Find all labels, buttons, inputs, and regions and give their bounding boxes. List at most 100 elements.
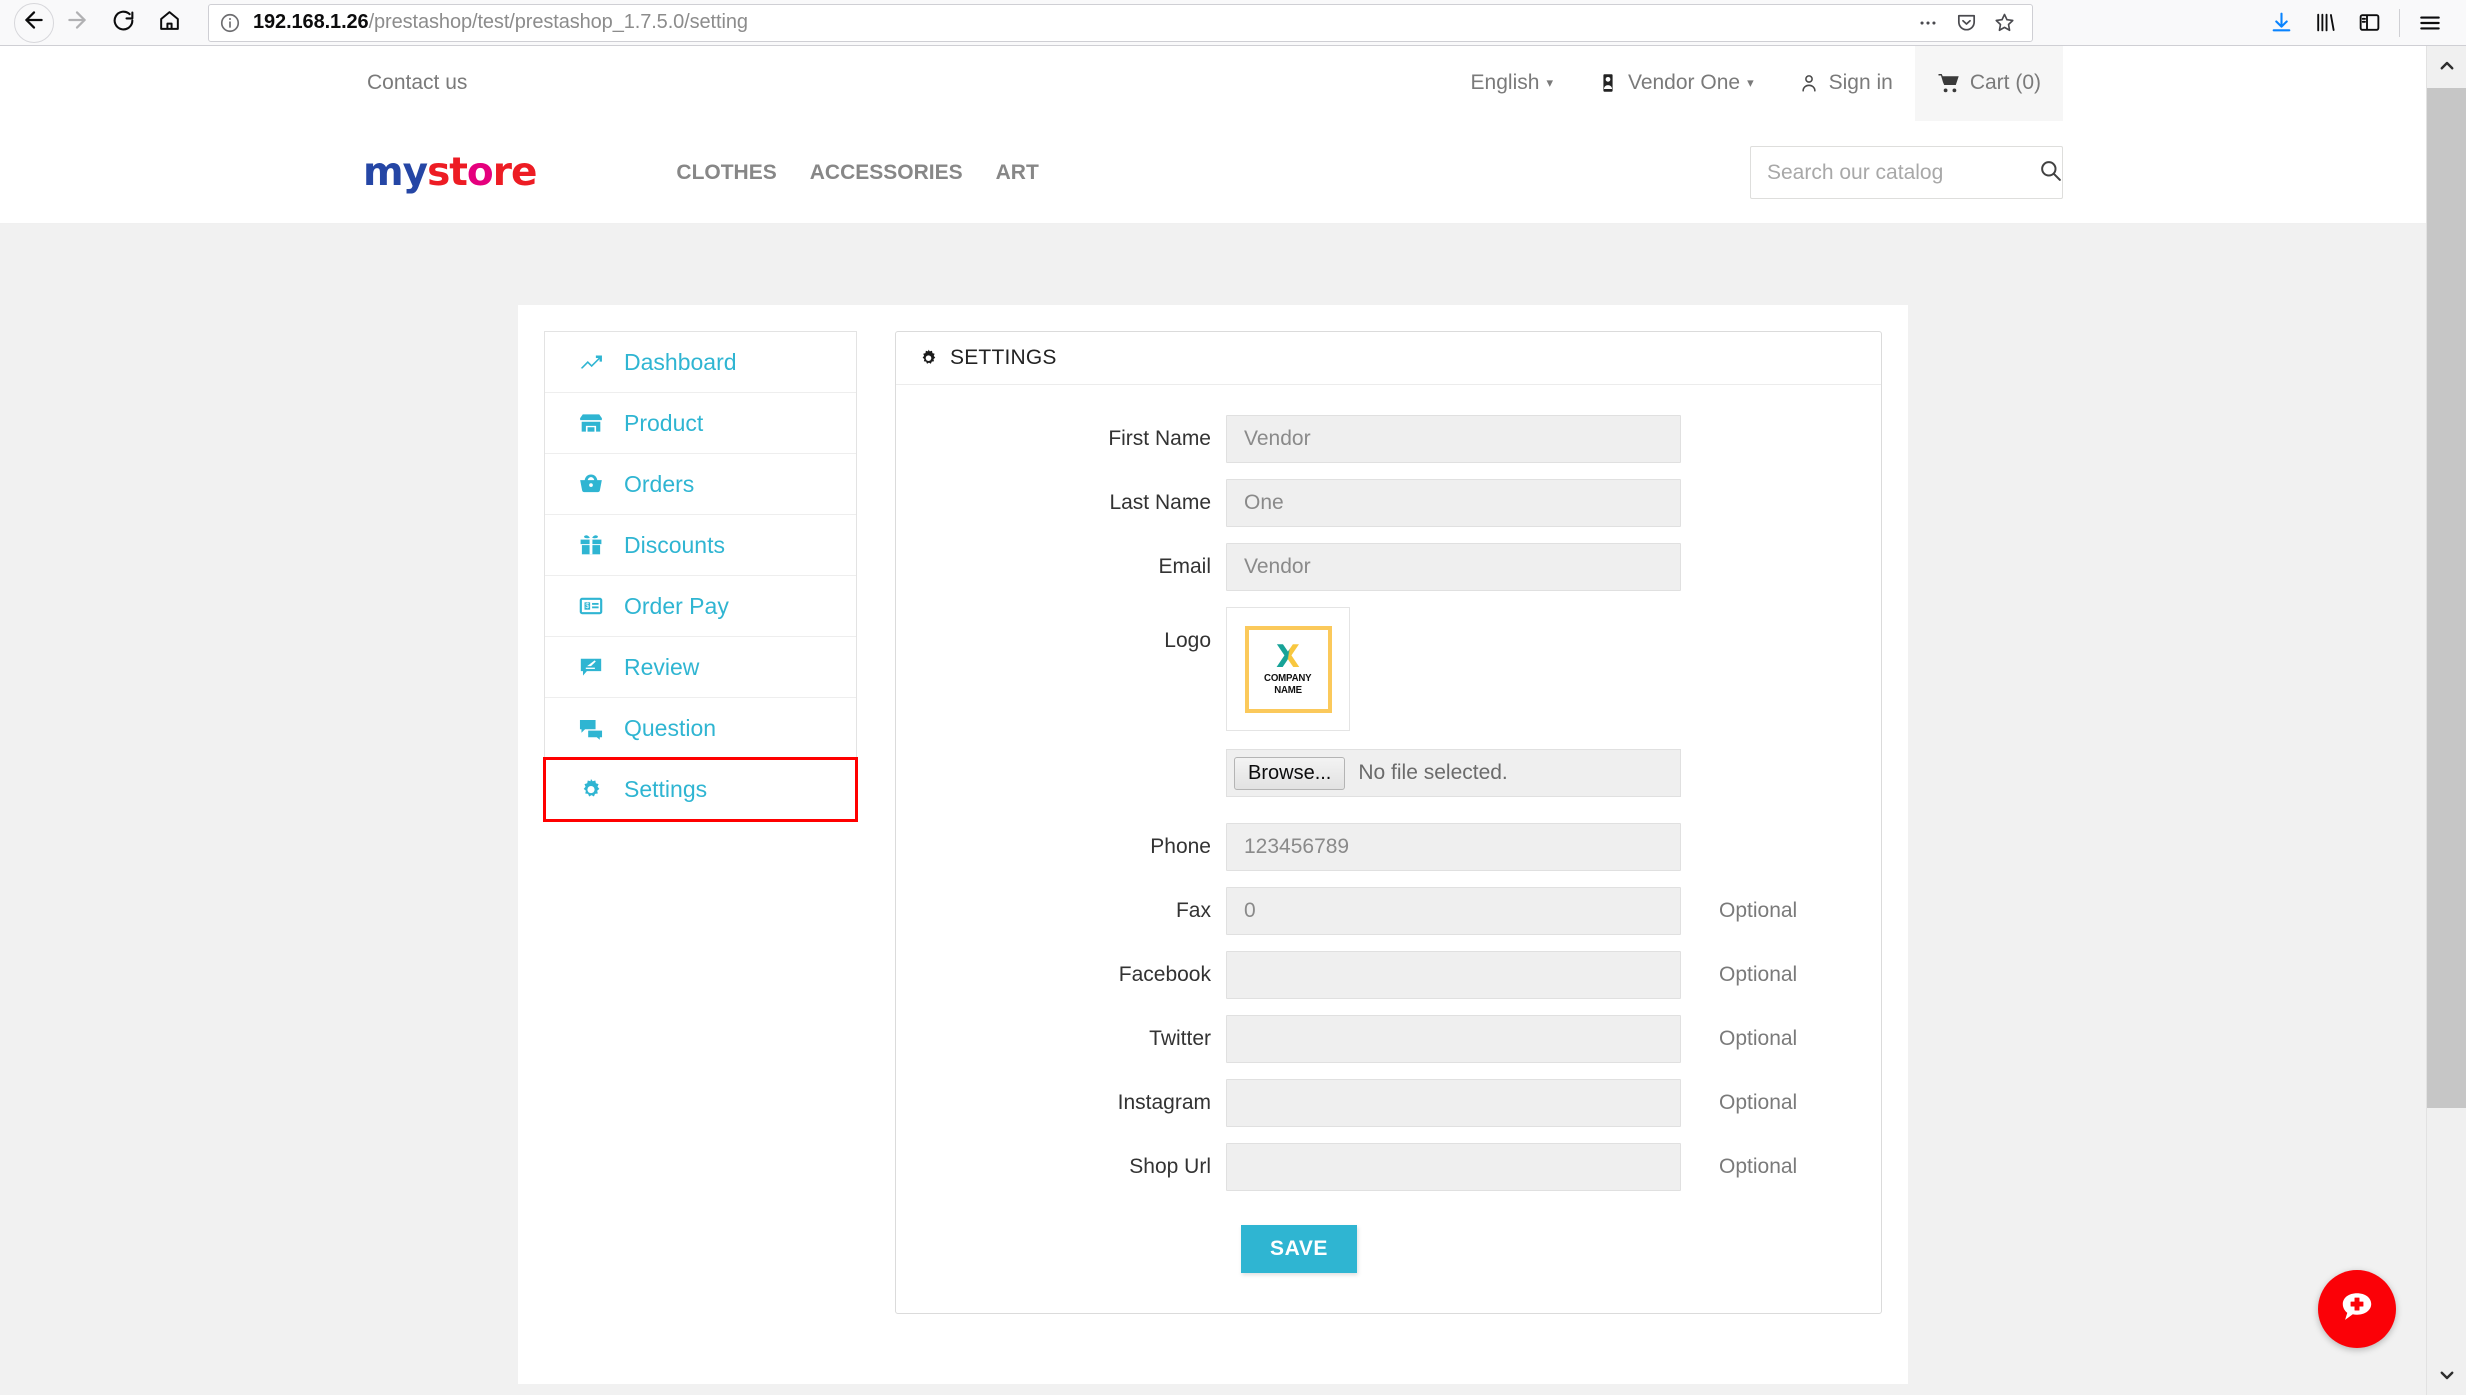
menu-item-accessories[interactable]: ACCESSORIES	[810, 161, 963, 185]
menu-item-art[interactable]: ART	[996, 161, 1039, 185]
form-row-logo: Logo X COMPANY NAME	[896, 607, 1881, 731]
cog-icon	[578, 777, 612, 803]
field-label: Twitter	[1149, 1027, 1211, 1050]
main-menu: CLOTHES ACCESSORIES ART	[676, 161, 1038, 185]
instagram-input[interactable]	[1226, 1079, 1681, 1127]
pocket-icon[interactable]	[1948, 8, 1984, 38]
chart-line-icon	[578, 349, 612, 375]
sidebar-item-label: Product	[624, 409, 704, 436]
browse-button[interactable]: Browse...	[1234, 756, 1346, 790]
field-label: Phone	[1150, 835, 1211, 858]
scrollbar-up-button[interactable]	[2427, 46, 2466, 86]
sidebar-item-question[interactable]: Question	[545, 698, 856, 759]
forward-button[interactable]	[54, 3, 100, 43]
home-button[interactable]	[146, 3, 192, 43]
brand-part-3: o	[466, 150, 494, 195]
sign-in-link[interactable]: Sign in	[1776, 46, 1915, 121]
account-menu[interactable]: Vendor One ▾	[1575, 46, 1776, 121]
info-circle-icon[interactable]	[219, 12, 241, 34]
form-row-phone: Phone	[896, 823, 1881, 871]
downloads-button[interactable]	[2259, 3, 2303, 43]
field-label: Facebook	[1118, 963, 1211, 986]
form-row-email: Email	[896, 543, 1881, 591]
form-row-logo-upload: Browse... No file selected.	[896, 749, 1881, 797]
form-row-instagram: Instagram Optional	[896, 1079, 1881, 1127]
search-box[interactable]	[1750, 146, 2063, 199]
top-nav-right: English ▾ Vendor One ▾ Sign in Cart (0)	[1449, 46, 2063, 121]
site-top-nav: Contact us English ▾ Vendor One ▾ Sign i…	[0, 46, 2426, 121]
sidebar-item-product[interactable]: Product	[545, 393, 856, 454]
url-text: 192.168.1.26/prestashop/test/prestashop_…	[253, 11, 1908, 34]
brand-part-4: re	[492, 150, 538, 195]
brand-logo[interactable]: mystore	[363, 150, 538, 195]
contact-us-link[interactable]: Contact us	[363, 46, 467, 121]
sidebar-button[interactable]	[2347, 3, 2391, 43]
field-hint: Optional	[1719, 1027, 1798, 1050]
scrollbar-thumb[interactable]	[2427, 88, 2466, 1108]
svg-text:$: $	[585, 603, 589, 610]
content-region: Dashboard Product Orders Discounts $ Ord…	[0, 224, 2426, 1395]
sidebar-item-discounts[interactable]: Discounts	[545, 515, 856, 576]
field-label: First Name	[1108, 427, 1211, 450]
phone-input[interactable]	[1226, 823, 1681, 871]
search-icon[interactable]	[2038, 158, 2063, 188]
field-label: Instagram	[1117, 1091, 1211, 1114]
search-input[interactable]	[1767, 160, 2038, 185]
shop-url-input[interactable]	[1226, 1143, 1681, 1191]
form-row-twitter: Twitter Optional	[896, 1015, 1881, 1063]
account-label: Vendor One	[1627, 71, 1741, 94]
panel-header: SETTINGS	[896, 332, 1881, 385]
logo-company-line-1: COMPANY	[1264, 672, 1312, 685]
cart-button[interactable]: Cart (0)	[1914, 46, 2063, 121]
logo-file-input[interactable]: Browse... No file selected.	[1226, 749, 1681, 797]
settings-panel: SETTINGS First Name Last Name	[895, 331, 1882, 1314]
fax-input[interactable]	[1226, 887, 1681, 935]
basket-icon	[578, 471, 612, 497]
logo-company-line-2: NAME	[1274, 683, 1302, 696]
sign-in-label: Sign in	[1828, 71, 1893, 94]
save-button[interactable]: SAVE	[1241, 1225, 1358, 1273]
comments-icon	[578, 715, 612, 741]
sidebar-item-dashboard[interactable]: Dashboard	[545, 332, 856, 393]
bookmark-star-icon[interactable]	[1986, 8, 2022, 38]
chat-plus-icon	[2335, 1285, 2379, 1334]
sidebar-item-label: Orders	[624, 470, 695, 497]
company-logo-thumbnail: X COMPANY NAME	[1244, 625, 1332, 713]
prestashop-page: Contact us English ▾ Vendor One ▾ Sign i…	[0, 46, 2426, 1395]
form-row-last-name: Last Name	[896, 479, 1881, 527]
reload-button[interactable]	[100, 3, 146, 43]
sidebar-item-label: Order Pay	[624, 592, 729, 619]
panel-title: SETTINGS	[950, 346, 1057, 369]
scrollbar-down-button[interactable]	[2427, 1355, 2466, 1395]
browser-toolbar: 192.168.1.26/prestashop/test/prestashop_…	[0, 0, 2466, 46]
sidebar-item-label: Discounts	[624, 531, 725, 558]
url-path: /prestashop/test/prestashop_1.7.5.0/sett…	[368, 11, 748, 33]
logo-preview: X COMPANY NAME	[1226, 607, 1350, 731]
sidebar-item-order-pay[interactable]: $ Order Pay	[545, 576, 856, 637]
page-scrollbar[interactable]	[2426, 46, 2466, 1395]
gift-icon	[578, 532, 612, 558]
app-menu-button[interactable]	[2408, 3, 2452, 43]
url-bar[interactable]: 192.168.1.26/prestashop/test/prestashop_…	[208, 3, 2033, 42]
sidebar-item-review[interactable]: Review	[545, 637, 856, 698]
form-row-fax: Fax Optional	[896, 887, 1881, 935]
add-question-fab[interactable]	[2318, 1270, 2396, 1348]
form-actions: SAVE	[896, 1225, 1881, 1273]
twitter-input[interactable]	[1226, 1015, 1681, 1063]
site-header: mystore CLOTHES ACCESSORIES ART	[0, 121, 2426, 224]
sidebar-item-orders[interactable]: Orders	[545, 454, 856, 515]
first-name-input[interactable]	[1226, 415, 1681, 463]
back-button[interactable]	[14, 2, 54, 43]
library-button[interactable]	[2303, 3, 2347, 43]
facebook-input[interactable]	[1226, 951, 1681, 999]
menu-item-clothes[interactable]: CLOTHES	[676, 161, 776, 185]
email-input[interactable]	[1226, 543, 1681, 591]
page-actions-button[interactable]	[1910, 8, 1946, 38]
field-hint: Optional	[1719, 1155, 1798, 1178]
language-selector[interactable]: English ▾	[1449, 46, 1575, 121]
last-name-input[interactable]	[1226, 479, 1681, 527]
field-label: Email	[1158, 555, 1211, 578]
sidebar-item-settings[interactable]: Settings	[543, 757, 858, 822]
vendor-sidebar: Dashboard Product Orders Discounts $ Ord…	[543, 331, 858, 822]
comment-edit-icon	[578, 654, 612, 680]
